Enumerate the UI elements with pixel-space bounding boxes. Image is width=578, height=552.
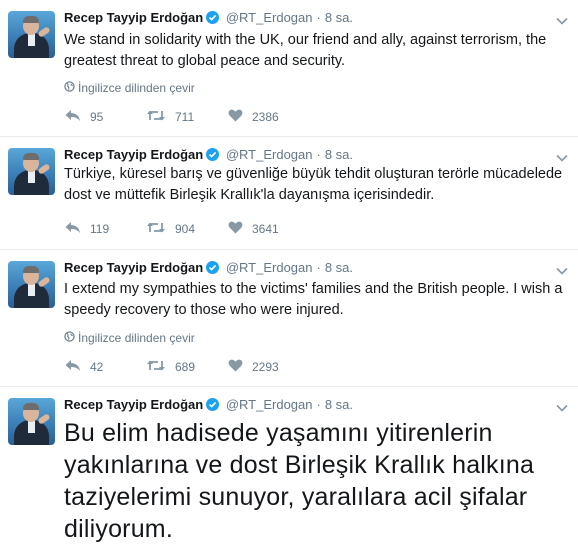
like-count: 3641: [252, 222, 279, 236]
author-name[interactable]: Recep Tayyip Erdoğan: [64, 147, 203, 162]
author-name[interactable]: Recep Tayyip Erdoğan: [64, 260, 203, 275]
author-name[interactable]: Recep Tayyip Erdoğan: [64, 10, 203, 25]
retweet-icon: [146, 109, 166, 125]
chevron-down-icon[interactable]: [556, 262, 568, 280]
verified-badge-icon: [206, 148, 220, 161]
retweet-button[interactable]: 711: [146, 109, 228, 125]
like-button[interactable]: 3641: [228, 221, 310, 237]
reply-icon: [64, 109, 81, 125]
avatar[interactable]: [8, 398, 55, 445]
retweet-icon: [146, 359, 166, 375]
like-count: 2386: [252, 110, 279, 124]
separator-dot: ·: [316, 10, 321, 25]
like-count: 2293: [252, 360, 279, 374]
reply-icon: [64, 359, 81, 375]
tweet-header: Recep Tayyip Erdoğan @RT_Erdogan · 8 sa.: [64, 260, 353, 275]
timestamp[interactable]: 8 sa.: [325, 147, 353, 162]
verified-badge-icon: [206, 11, 220, 24]
chevron-down-icon[interactable]: [556, 399, 568, 417]
tweet[interactable]: Recep Tayyip Erdoğan @RT_Erdogan · 8 sa. B…: [0, 387, 578, 552]
tweet-text: I extend my sympathies to the victims' f…: [64, 281, 563, 318]
avatar[interactable]: [8, 261, 55, 308]
timestamp[interactable]: 8 sa.: [325, 10, 353, 25]
tweet-actions: 42 689 2293: [64, 359, 310, 375]
retweet-icon: [146, 221, 166, 237]
tweet-text: We stand in solidarity with the UK, our …: [64, 32, 547, 69]
reply-button[interactable]: 95: [64, 109, 146, 125]
reply-button[interactable]: 119: [64, 221, 146, 237]
tweet-text: Bu elim hadisede yaşamını yitirenlerin y…: [64, 419, 535, 543]
reply-button[interactable]: 42: [64, 359, 146, 375]
avatar[interactable]: [8, 11, 55, 58]
heart-icon: [228, 109, 243, 125]
reply-count: 42: [90, 360, 104, 374]
tweet-header: Recep Tayyip Erdoğan @RT_Erdogan · 8 sa.: [64, 10, 353, 25]
retweet-count: 904: [175, 222, 196, 236]
author-handle[interactable]: @RT_Erdogan: [226, 397, 313, 412]
author-name[interactable]: Recep Tayyip Erdoğan: [64, 397, 203, 412]
heart-icon: [228, 221, 243, 237]
author-handle[interactable]: @RT_Erdogan: [226, 147, 313, 162]
timestamp[interactable]: 8 sa.: [325, 397, 353, 412]
tweet-header: Recep Tayyip Erdoğan @RT_Erdogan · 8 sa.: [64, 397, 353, 412]
retweet-count: 711: [175, 110, 195, 124]
like-button[interactable]: 2293: [228, 359, 310, 375]
heart-icon: [228, 359, 243, 375]
globe-icon: [64, 81, 75, 95]
separator-dot: ·: [316, 397, 321, 412]
translate-label: İngilizce dilinden çevir: [78, 331, 195, 345]
author-handle[interactable]: @RT_Erdogan: [226, 10, 313, 25]
tweet-actions: 95 711 2386: [64, 109, 310, 125]
tweet-actions: 119 904 3641: [64, 221, 310, 237]
retweet-button[interactable]: 689: [146, 359, 228, 375]
reply-icon: [64, 221, 81, 237]
reply-count: 95: [90, 110, 104, 124]
chevron-down-icon[interactable]: [556, 12, 568, 30]
separator-dot: ·: [316, 260, 321, 275]
tweet[interactable]: Recep Tayyip Erdoğan @RT_Erdogan · 8 sa. I…: [0, 250, 578, 387]
like-button[interactable]: 2386: [228, 109, 310, 125]
verified-badge-icon: [206, 261, 220, 274]
retweet-button[interactable]: 904: [146, 221, 228, 237]
translate-label: İngilizce dilinden çevir: [78, 81, 195, 95]
tweet-text: Türkiye, küresel barış ve güvenliğe büyü…: [64, 166, 563, 203]
timestamp[interactable]: 8 sa.: [325, 260, 353, 275]
globe-icon: [64, 331, 75, 345]
retweet-count: 689: [175, 360, 196, 374]
tweet-header: Recep Tayyip Erdoğan @RT_Erdogan · 8 sa.: [64, 147, 353, 162]
avatar[interactable]: [8, 148, 55, 195]
reply-count: 119: [90, 222, 110, 236]
separator-dot: ·: [316, 147, 321, 162]
tweet[interactable]: Recep Tayyip Erdoğan @RT_Erdogan · 8 sa. T…: [0, 137, 578, 250]
author-handle[interactable]: @RT_Erdogan: [226, 260, 313, 275]
translate-link[interactable]: İngilizce dilinden çevir: [64, 331, 195, 345]
verified-badge-icon: [206, 398, 220, 411]
translate-link[interactable]: İngilizce dilinden çevir: [64, 81, 195, 95]
tweet[interactable]: Recep Tayyip Erdoğan @RT_Erdogan · 8 sa. W…: [0, 0, 578, 137]
